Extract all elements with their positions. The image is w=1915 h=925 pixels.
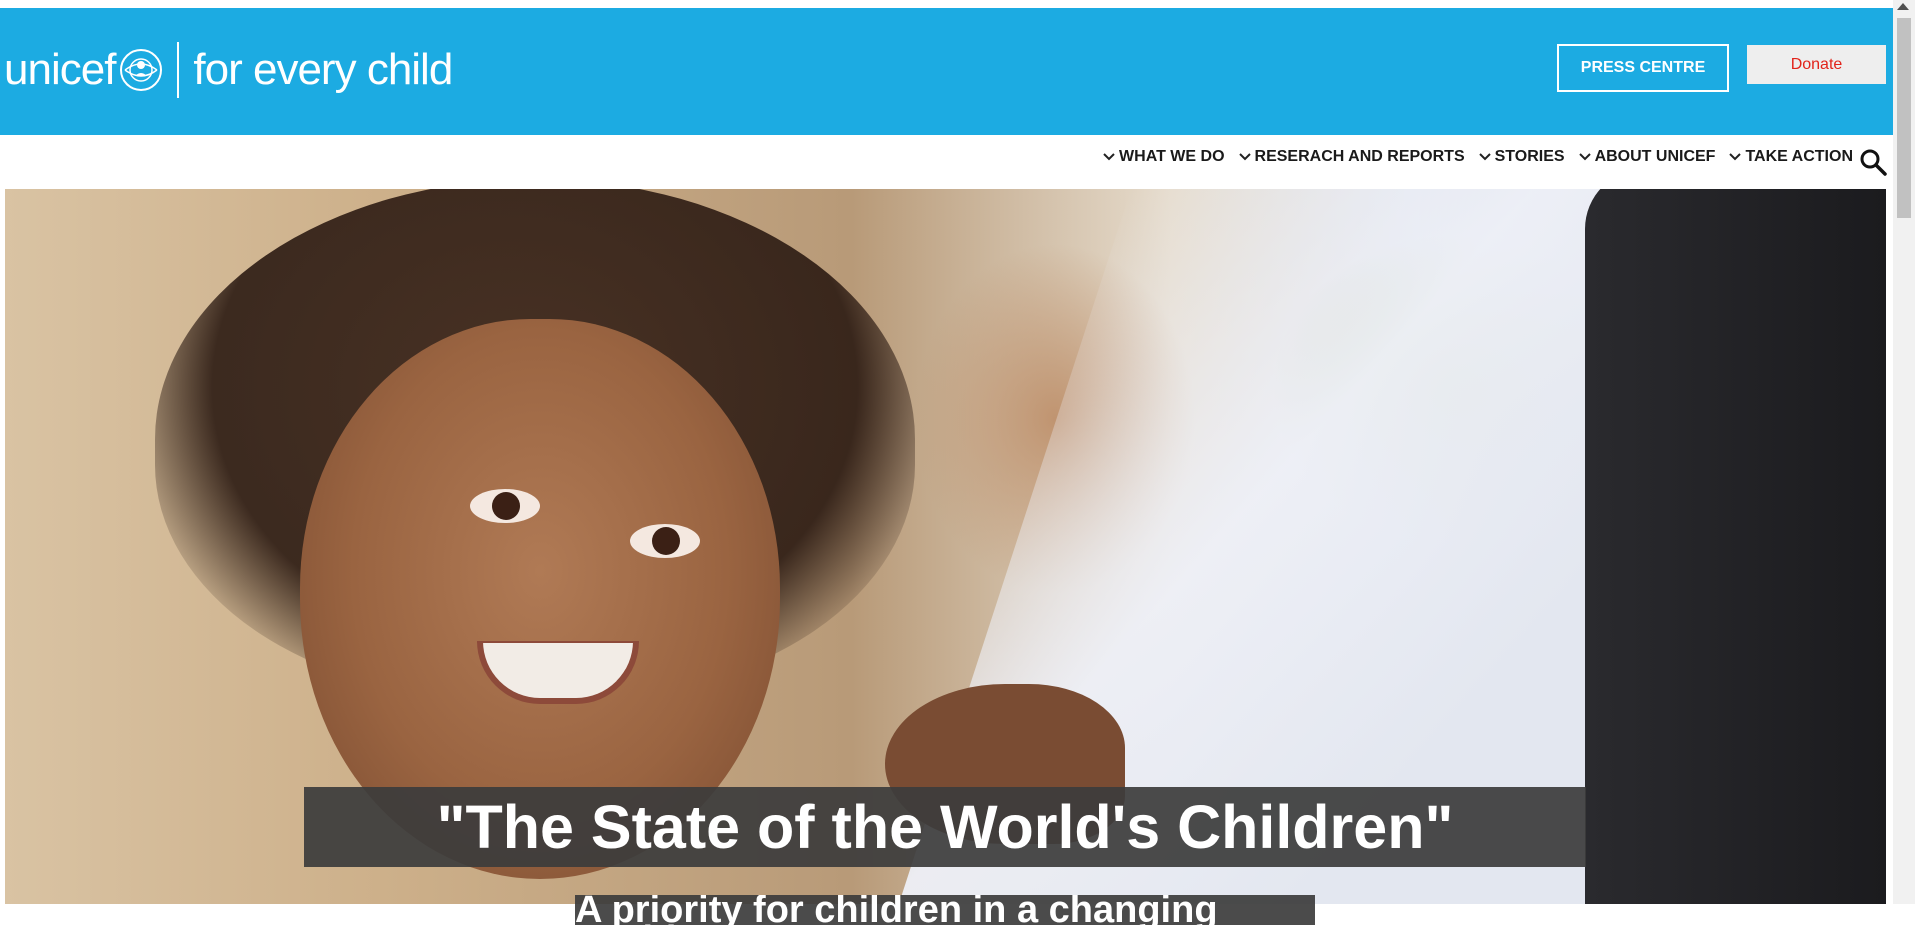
nav-item-label: WHAT WE DO xyxy=(1119,148,1225,165)
unicef-emblem-icon xyxy=(120,49,163,91)
chevron-down-icon xyxy=(1238,153,1251,161)
chevron-down-icon xyxy=(1729,153,1742,161)
hero-title: "The State of the World's Children" xyxy=(304,787,1586,867)
press-centre-button[interactable]: PRESS CENTRE xyxy=(1557,44,1729,92)
top-strip xyxy=(0,0,1893,8)
hero-image-iris xyxy=(652,527,680,555)
logo-divider xyxy=(177,42,180,98)
chevron-down-icon xyxy=(1103,153,1115,161)
nav-item-about-unicef[interactable]: ABOUT UNICEF xyxy=(1578,148,1716,166)
search-icon[interactable] xyxy=(1859,148,1887,176)
nav-item-take-action[interactable]: TAKE ACTION xyxy=(1729,148,1853,166)
scrollbar-thumb[interactable] xyxy=(1897,18,1911,218)
nav-item-label: ABOUT UNICEF xyxy=(1594,148,1716,165)
logo-wordmark: unicef xyxy=(4,45,116,94)
hero-image-iris xyxy=(492,492,520,520)
nav-item-stories[interactable]: STORIES xyxy=(1478,148,1565,166)
nav-item-label: TAKE ACTION xyxy=(1745,148,1853,165)
main-nav: WHAT WE DO RESERACH AND REPORTS STORIES … xyxy=(0,135,1893,189)
nav-item-label: STORIES xyxy=(1494,148,1565,165)
nav-item-research-and-reports[interactable]: RESERACH AND REPORTS xyxy=(1238,148,1465,166)
nav-items: WHAT WE DO RESERACH AND REPORTS STORIES … xyxy=(1089,148,1853,166)
hero-image-robe xyxy=(1585,189,1886,904)
nav-item-label: RESERACH AND REPORTS xyxy=(1254,148,1465,165)
site-header: unicef for every child PRESS CENTRE Dona… xyxy=(0,8,1893,135)
scroll-up-arrow-icon[interactable] xyxy=(1897,3,1909,10)
nav-item-what-we-do[interactable]: WHAT WE DO xyxy=(1103,148,1225,166)
chevron-down-icon xyxy=(1478,153,1491,161)
logo-tagline: for every child xyxy=(193,45,453,94)
hero-subtitle: A priority for children in a changing wo… xyxy=(575,895,1315,925)
chevron-down-icon xyxy=(1578,153,1591,161)
unicef-logo[interactable]: unicef for every child xyxy=(4,38,453,102)
donate-button[interactable]: Donate xyxy=(1747,45,1886,84)
